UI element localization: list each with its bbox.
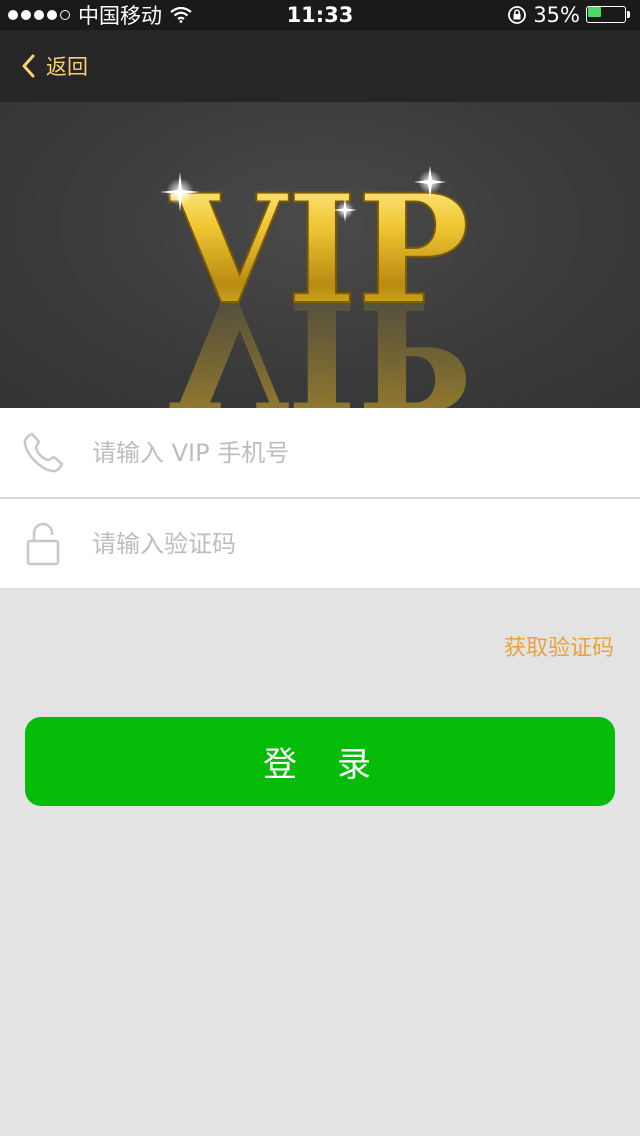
vip-logo: VIP VIP xyxy=(160,161,471,408)
back-label: 返回 xyxy=(46,55,88,79)
login-button[interactable]: 登录 xyxy=(25,717,615,806)
status-right: 35% xyxy=(507,0,632,30)
verification-code-input[interactable] xyxy=(90,517,574,570)
wifi-icon xyxy=(170,7,192,23)
code-row xyxy=(0,499,640,589)
navigation-bar: 返回 xyxy=(0,30,640,102)
carrier-name: 中国移动 xyxy=(78,4,162,28)
vip-login-screen: 中国移动 11:33 35% 返回 VIP VIP 请输入 VIP 手机号 请输… xyxy=(0,0,640,1136)
chevron-left-icon xyxy=(22,54,35,78)
phone-icon xyxy=(23,432,64,472)
status-bar: 中国移动 11:33 35% xyxy=(0,0,640,30)
phone-row xyxy=(0,408,640,499)
vip-logo-reflection: VIP xyxy=(169,266,469,408)
vip-banner: VIP VIP xyxy=(0,102,640,408)
back-button[interactable]: 返回 xyxy=(20,51,88,81)
battery-percent: 35% xyxy=(533,3,580,27)
get-verification-code-link[interactable]: 获取验证码 xyxy=(504,630,614,662)
unlock-icon xyxy=(26,522,60,565)
signal-strength-icon xyxy=(8,10,70,20)
battery-icon xyxy=(586,5,632,25)
rotation-lock-icon xyxy=(508,6,527,24)
phone-input[interactable] xyxy=(90,426,574,479)
